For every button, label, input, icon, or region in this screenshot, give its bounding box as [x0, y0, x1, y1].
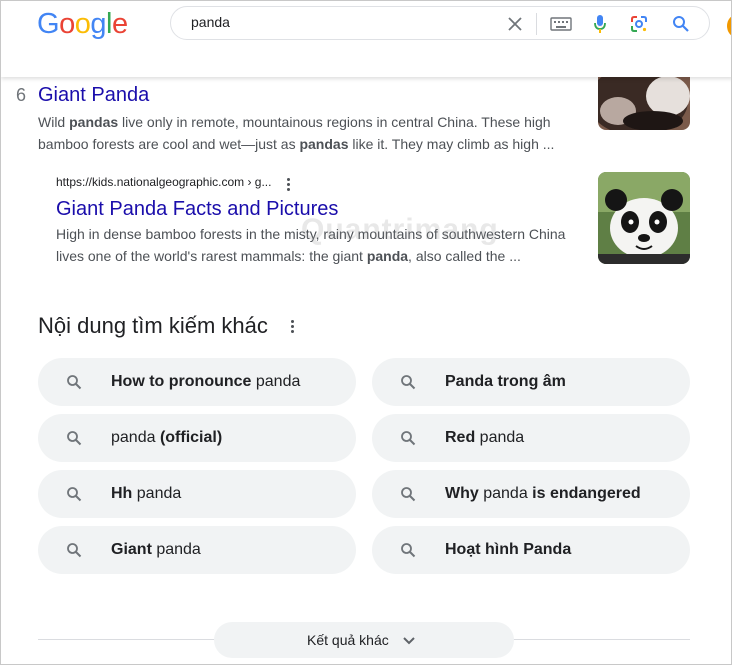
related-search-chip[interactable]: How to pronounce panda [38, 358, 356, 406]
sub-result-url[interactable]: https://kids.nationalgeographic.com › g.… [56, 175, 271, 189]
avatar[interactable] [727, 15, 731, 37]
label-normal: panda [111, 429, 160, 446]
more-results-button[interactable]: Kết quả khác [214, 622, 514, 658]
logo-letter: o [59, 8, 75, 40]
search-icon [401, 431, 416, 446]
search-divider [536, 13, 537, 35]
search-icon [401, 375, 416, 390]
logo-letter: g [90, 8, 106, 40]
sub-result-snippet: High in dense bamboo forests in the mist… [56, 223, 565, 267]
search-icon [67, 487, 82, 502]
label-bold: Red [445, 429, 476, 446]
label-bold-suffix: (official) [159, 429, 223, 446]
search-input[interactable]: panda [191, 14, 230, 30]
logo-letter: G [37, 8, 60, 40]
related-search-label: panda (official) [111, 429, 222, 447]
label-bold: Hh [111, 485, 133, 502]
sub-snippet-line-2: lives one of the world's rarest mammals:… [56, 248, 521, 264]
search-icon [401, 487, 416, 502]
related-search-chip[interactable]: Panda trong âm [372, 358, 690, 406]
search-icon [67, 431, 82, 446]
label-bold-suffix: is endangered [532, 485, 641, 502]
result-snippet: Wild pandas live only in remote, mountai… [38, 111, 554, 155]
header: Google panda [1, 1, 731, 77]
keyboard-icon[interactable] [549, 12, 573, 36]
label-normal: panda [151, 541, 201, 558]
label-bold: Giant [111, 541, 152, 558]
google-logo[interactable]: Google [37, 8, 128, 41]
related-search-chip[interactable]: Hoạt hình Panda [372, 526, 690, 574]
related-searches-heading: Nội dung tìm kiếm khác [38, 313, 268, 338]
related-search-chip[interactable]: panda (official) [38, 414, 356, 462]
snippet-line-1: Wild pandas live only in remote, mountai… [38, 114, 551, 130]
search-icon [67, 375, 82, 390]
related-search-chip[interactable]: Giant panda [38, 526, 356, 574]
more-results-label: Kết quả khác [307, 632, 389, 648]
label-normal: panda [475, 429, 525, 446]
related-search-label: Giant panda [111, 541, 201, 559]
panda-thumbnail-sub[interactable] [598, 172, 690, 264]
result-number: 6 [16, 85, 27, 105]
label-bold: Why [445, 485, 479, 502]
chevron-down-icon [403, 637, 415, 645]
related-search-label: Hoạt hình Panda [445, 541, 571, 559]
label-bold: Hoạt hình Panda [445, 541, 572, 558]
search-icon [67, 543, 82, 558]
related-search-chip[interactable]: Hh panda [38, 470, 356, 518]
google-lens-icon[interactable] [627, 12, 651, 36]
related-search-label: How to pronounce panda [111, 373, 300, 391]
logo-letter: o [74, 8, 91, 40]
search-icon [401, 543, 416, 558]
logo-letter: e [111, 8, 128, 40]
label-normal: panda [251, 373, 301, 390]
related-search-label: Why panda is endangered [445, 485, 641, 503]
label-normal: panda [478, 485, 533, 502]
search-box[interactable]: panda [170, 6, 710, 40]
snippet-line-2: bamboo forests are cool and wet—just as … [38, 136, 555, 152]
microphone-icon[interactable] [588, 12, 612, 36]
related-search-label: Panda trong âm [445, 373, 566, 391]
related-search-label: Red panda [445, 429, 524, 447]
page-frame: 6 Giant Panda Wild pandas live only in r… [0, 0, 732, 665]
related-search-label: Hh panda [111, 485, 181, 503]
result-title-giant-panda[interactable]: Giant Panda [38, 84, 149, 107]
close-icon[interactable] [503, 12, 527, 36]
sub-snippet-line-1: High in dense bamboo forests in the mist… [56, 226, 566, 242]
label-normal: panda [132, 485, 182, 502]
related-search-chip[interactable]: Red panda [372, 414, 690, 462]
label-bold: Panda trong âm [445, 373, 566, 390]
label-bold: How to pronounce [111, 373, 252, 390]
related-more-icon[interactable] [289, 320, 297, 336]
search-icon[interactable] [669, 12, 693, 36]
more-options-icon[interactable] [285, 178, 293, 194]
sub-result-title[interactable]: Giant Panda Facts and Pictures [56, 198, 338, 221]
related-search-chip[interactable]: Why panda is endangered [372, 470, 690, 518]
